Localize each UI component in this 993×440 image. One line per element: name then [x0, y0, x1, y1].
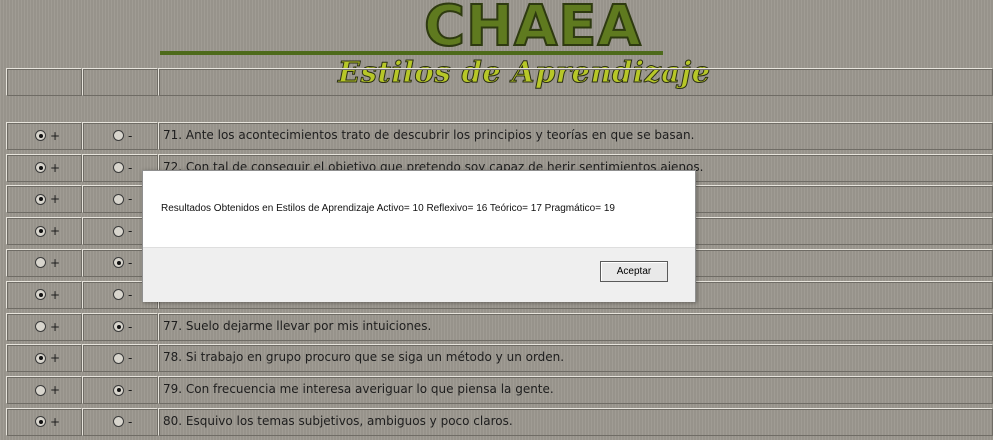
question-cell: 78. Si trabajo en grupo procuro que se s… [158, 344, 993, 373]
minus-label: - [128, 414, 133, 429]
plus-label: + [50, 351, 61, 366]
plus-option[interactable]: + [35, 256, 60, 270]
results-message: Resultados Obtenidos en Estilos de Apren… [161, 203, 615, 214]
table-row-partial [6, 68, 993, 122]
accept-button[interactable]: Aceptar [600, 261, 668, 282]
radio-plus-icon[interactable] [35, 193, 46, 205]
minus-label: - [128, 319, 133, 334]
plus-label: + [50, 287, 61, 302]
radio-plus-icon[interactable] [35, 162, 46, 174]
minus-cell: - [82, 312, 158, 341]
radio-plus-icon[interactable] [35, 289, 46, 301]
minus-label: - [128, 351, 133, 366]
plus-option[interactable]: + [35, 224, 60, 238]
minus-cell: - [82, 121, 158, 150]
question-text: 78. Si trabajo en grupo procuro que se s… [163, 350, 565, 365]
plus-option[interactable]: + [35, 383, 60, 397]
plus-label: + [50, 224, 61, 239]
radio-minus-icon[interactable] [113, 321, 124, 333]
dialog-footer: Aceptar [143, 247, 695, 302]
radio-plus-icon[interactable] [35, 321, 46, 333]
minus-option[interactable]: - [113, 415, 132, 429]
plus-label: + [50, 414, 61, 429]
question-text: 79. Con frecuencia me interesa averiguar… [163, 382, 554, 397]
plus-cell: + [6, 121, 82, 150]
plus-cell: + [6, 185, 82, 214]
question-cell: 80. Esquivo los temas subjetivos, ambigu… [158, 407, 993, 436]
plus-option[interactable]: + [35, 129, 60, 143]
plus-cell: + [6, 344, 82, 373]
radio-minus-icon[interactable] [113, 130, 124, 142]
question-cell: 79. Con frecuencia me interesa averiguar… [158, 376, 993, 405]
minus-label: - [128, 255, 133, 270]
minus-option[interactable]: - [113, 383, 132, 397]
question-cell: 77. Suelo dejarme llevar por mis intuici… [158, 312, 993, 341]
radio-minus-icon[interactable] [113, 416, 124, 428]
plus-option[interactable]: + [35, 161, 60, 175]
question-cell [158, 68, 993, 96]
radio-minus-icon[interactable] [113, 257, 124, 269]
minus-option[interactable]: - [113, 288, 132, 302]
minus-label: - [128, 192, 133, 207]
minus-option[interactable]: - [113, 256, 132, 270]
plus-label: + [50, 192, 61, 207]
plus-option[interactable]: + [35, 288, 60, 302]
plus-label: + [50, 319, 61, 334]
radio-minus-icon[interactable] [113, 225, 124, 237]
question-text: 71. Ante los acontecimientos trato de de… [163, 127, 695, 142]
question-text: 80. Esquivo los temas subjetivos, ambigu… [163, 413, 513, 428]
plus-cell [6, 68, 82, 96]
results-dialog: Resultados Obtenidos en Estilos de Apren… [142, 170, 696, 302]
minus-option[interactable]: - [113, 320, 132, 334]
radio-plus-icon[interactable] [35, 416, 46, 428]
minus-option[interactable]: - [113, 129, 132, 143]
plus-cell: + [6, 248, 82, 277]
plus-label: + [50, 128, 61, 143]
minus-label: - [128, 128, 133, 143]
radio-minus-icon[interactable] [113, 162, 124, 174]
minus-label: - [128, 287, 133, 302]
table-row: + - 79. Con frecuencia me interesa averi… [6, 376, 993, 408]
plus-option[interactable]: + [35, 320, 60, 334]
plus-cell: + [6, 153, 82, 182]
minus-option[interactable]: - [113, 161, 132, 175]
minus-cell [82, 68, 158, 96]
radio-plus-icon[interactable] [35, 225, 46, 237]
minus-cell: - [82, 376, 158, 405]
radio-minus-icon[interactable] [113, 384, 124, 396]
radio-minus-icon[interactable] [113, 289, 124, 301]
plus-cell: + [6, 376, 82, 405]
radio-plus-icon[interactable] [35, 352, 46, 364]
radio-plus-icon[interactable] [35, 257, 46, 269]
plus-cell: + [6, 280, 82, 309]
plus-cell: + [6, 407, 82, 436]
plus-option[interactable]: + [35, 192, 60, 206]
radio-minus-icon[interactable] [113, 352, 124, 364]
plus-label: + [50, 160, 61, 175]
minus-option[interactable]: - [113, 192, 132, 206]
minus-option[interactable]: - [113, 351, 132, 365]
plus-option[interactable]: + [35, 351, 60, 365]
minus-cell: - [82, 344, 158, 373]
plus-label: + [50, 383, 61, 398]
radio-minus-icon[interactable] [113, 193, 124, 205]
question-cell: 71. Ante los acontecimientos trato de de… [158, 121, 993, 150]
plus-option[interactable]: + [35, 415, 60, 429]
table-row: + - 71. Ante los acontecimientos trato d… [6, 121, 993, 154]
plus-label: + [50, 255, 61, 270]
table-row: + - 78. Si trabajo en grupo procuro que … [6, 344, 993, 376]
question-text: 77. Suelo dejarme llevar por mis intuici… [163, 318, 432, 333]
radio-plus-icon[interactable] [35, 384, 46, 396]
minus-label: - [128, 160, 133, 175]
plus-cell: + [6, 217, 82, 246]
radio-plus-icon[interactable] [35, 130, 46, 142]
minus-label: - [128, 383, 133, 398]
minus-cell: - [82, 407, 158, 436]
minus-label: - [128, 224, 133, 239]
plus-cell: + [6, 312, 82, 341]
table-row: + - 77. Suelo dejarme llevar por mis int… [6, 312, 993, 345]
table-row: + - 80. Esquivo los temas subjetivos, am… [6, 407, 993, 440]
minus-option[interactable]: - [113, 224, 132, 238]
